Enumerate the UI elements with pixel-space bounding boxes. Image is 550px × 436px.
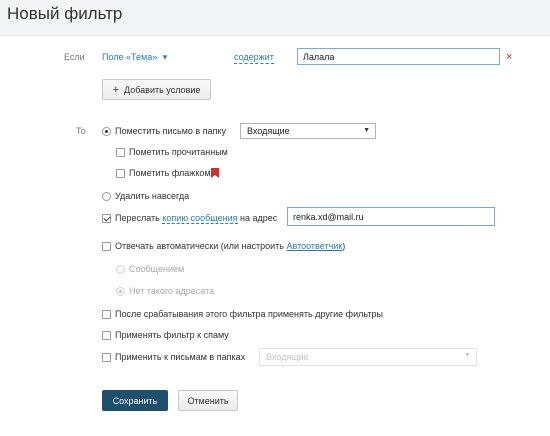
chevron-down-icon: ▾ (162, 52, 168, 62)
auto-reply-message-radio[interactable] (116, 265, 125, 274)
auto-reply-no-recipient-label: Нет такого адресата (129, 286, 215, 296)
chevron-down-icon: ▼ (363, 127, 370, 134)
if-label: Если (64, 52, 85, 62)
mark-read-checkbox[interactable] (116, 148, 125, 157)
save-button[interactable]: Сохранить (102, 390, 168, 411)
operator-select[interactable]: содержит (234, 52, 274, 64)
copy-message-link[interactable]: копию сообщения (162, 213, 238, 224)
delete-forever-radio[interactable] (102, 192, 111, 201)
apply-other-filters-checkbox[interactable] (102, 310, 111, 319)
apply-to-spam-label: Применять фильтр к спаму (115, 330, 229, 340)
auto-reply-label: Отвечать автоматически (или настроить Ав… (115, 241, 345, 251)
apply-to-folders-label: Применить к письмам в папках (115, 352, 246, 362)
move-to-folder-label: Поместить письмо в папку (115, 126, 226, 136)
apply-folders-select[interactable]: Входящие ▼ (259, 348, 477, 366)
mark-flag-label: Пометить флажком (129, 168, 211, 178)
flag-icon (211, 168, 219, 178)
forward-checkbox[interactable] (102, 214, 111, 223)
plus-icon: + (112, 83, 120, 96)
forward-label: Переслать копию сообщения на адрес (115, 213, 277, 224)
apply-other-filters-label: После срабатывания этого фильтра применя… (115, 309, 383, 319)
cancel-button[interactable]: Отменить (178, 390, 238, 411)
apply-to-spam-checkbox[interactable] (102, 331, 111, 340)
autoresponder-link[interactable]: Автоответчик (287, 241, 343, 251)
mark-flag-checkbox[interactable] (116, 169, 125, 178)
forward-label-prefix: Переслать (115, 213, 160, 223)
move-to-folder-radio[interactable] (102, 127, 111, 136)
move-folder-value: Входящие (247, 126, 290, 136)
mark-read-label: Пометить прочитанным (129, 147, 228, 157)
field-select[interactable]: Поле «Тема» ▾ (102, 52, 167, 63)
chevron-down-icon: ▼ (464, 352, 471, 359)
add-condition-button[interactable]: + Добавить условие (102, 79, 211, 100)
field-select-label: Поле «Тема» (102, 52, 158, 62)
add-condition-label: Добавить условие (124, 84, 201, 95)
delete-forever-label: Удалить навсегда (115, 191, 190, 201)
remove-condition-icon[interactable]: × (506, 52, 512, 63)
apply-to-folders-checkbox[interactable] (102, 353, 111, 362)
auto-reply-message-label: Сообщением (129, 264, 185, 274)
auto-reply-label-suffix: ) (342, 241, 346, 251)
move-folder-select[interactable]: Входящие ▼ (240, 123, 376, 139)
to-label: То (76, 126, 86, 136)
apply-folders-value: Входящие (266, 352, 309, 362)
auto-reply-label-prefix: Отвечать автоматически (или настроить (115, 241, 284, 251)
condition-value-input[interactable] (297, 48, 500, 65)
auto-reply-no-recipient-radio[interactable] (116, 287, 125, 296)
header: Новый фильтр (0, 0, 550, 36)
forward-label-suffix: на адрес (240, 213, 278, 223)
page-title: Новый фильтр (7, 4, 123, 23)
auto-reply-checkbox[interactable] (102, 242, 111, 251)
forward-email-input[interactable] (287, 207, 495, 226)
